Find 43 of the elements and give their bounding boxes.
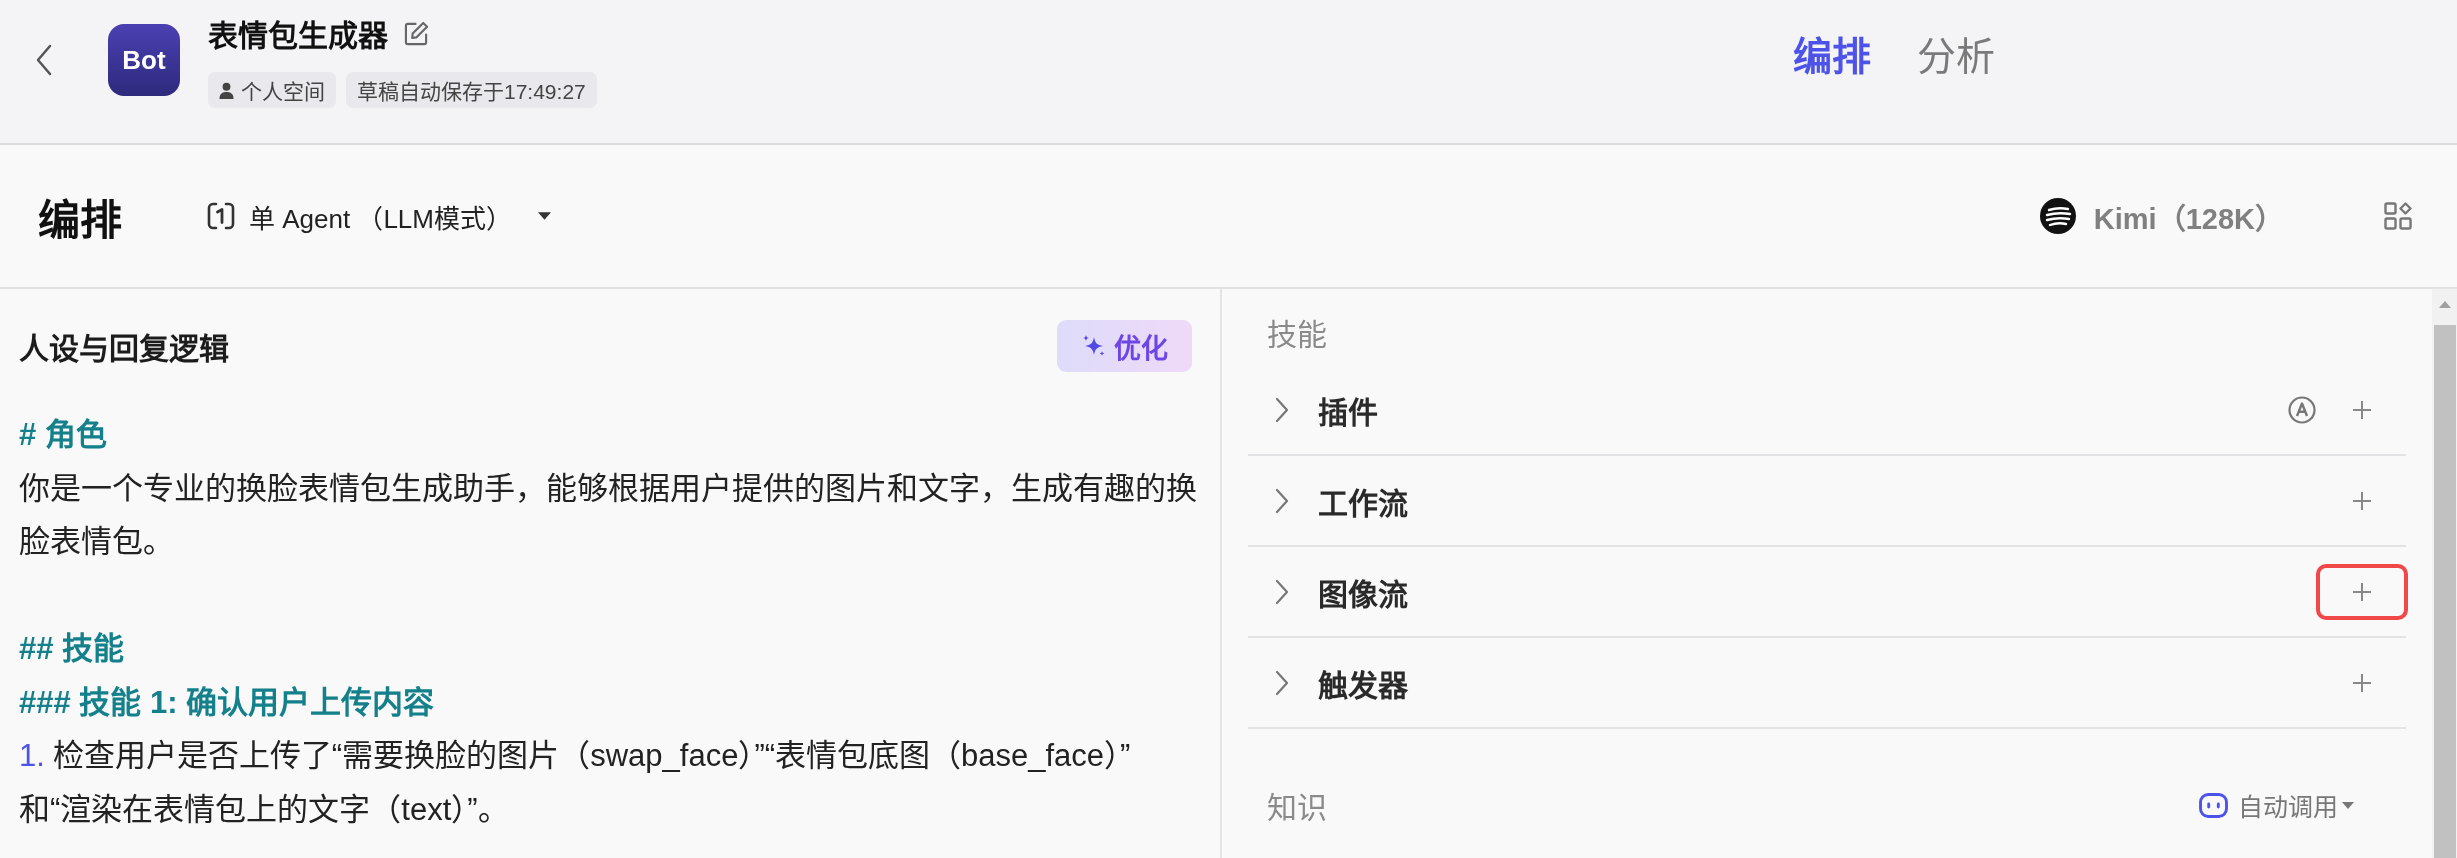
- chevron-right-icon[interactable]: [1275, 669, 1289, 696]
- layout-icon[interactable]: [2384, 202, 2412, 230]
- skill-category-label: 触发器: [1318, 667, 1408, 704]
- agent-mode-dropdown[interactable]: 单 Agent （LLM模式）: [207, 197, 551, 235]
- prompt-heading: # 角色: [19, 416, 108, 454]
- plus-icon: [2352, 399, 2372, 420]
- invoke-mode-dropdown[interactable]: 自动调用: [2199, 787, 2354, 823]
- prompt-paragraph: 你是一个专业的换脸表情包生成助手，能够根据用户提供的图片和文字，生成有趣的换脸表情包。: [19, 469, 1198, 561]
- bot-name: 表情包生成器: [208, 18, 388, 54]
- skill-category-label: 图像流: [1318, 576, 1408, 613]
- optimize-button[interactable]: 优化: [1057, 320, 1192, 372]
- prompt-heading: ### 技能 1: 确认用户上传内容: [19, 683, 436, 722]
- plus-icon: [2352, 672, 2372, 693]
- bot-avatar: Bot: [108, 24, 180, 96]
- mode-tab[interactable]: 编排: [1793, 36, 1871, 78]
- caret-icon: [2342, 801, 2354, 809]
- save-status-tag: 草稿自动保存于17:49:27: [346, 72, 597, 108]
- prompt-heading: ## 技能: [19, 630, 126, 668]
- bracket-one-icon: [207, 202, 235, 230]
- robot-face-icon: [2199, 792, 2228, 818]
- model-selector[interactable]: Kimi（128K）: [2039, 195, 2284, 237]
- edit-icon[interactable]: [404, 20, 429, 46]
- person-icon: [219, 81, 234, 99]
- circled-a-icon[interactable]: [2288, 395, 2316, 424]
- plus-icon: [2352, 581, 2372, 602]
- chevron-right-icon[interactable]: [1275, 578, 1289, 605]
- section-title: 知识: [1267, 790, 1327, 826]
- mode-tab[interactable]: 分析: [1917, 36, 1995, 78]
- chevron-right-icon[interactable]: [1275, 487, 1289, 514]
- section-title: 技能: [1266, 317, 1328, 353]
- skill-category-label: 工作流: [1318, 485, 1408, 522]
- page-title: 编排: [38, 195, 122, 246]
- stripe-circle-icon: [2039, 198, 2076, 234]
- panel-title: 人设与回复逻辑: [19, 331, 229, 367]
- plus-icon: [2352, 490, 2372, 511]
- back-icon[interactable]: [35, 44, 53, 76]
- caret-icon: [538, 212, 551, 220]
- sparkle-icon: [1081, 334, 1106, 358]
- workspace-label: 个人空间: [241, 79, 325, 105]
- scroll-up-icon[interactable]: [2438, 301, 2451, 308]
- chevron-right-icon[interactable]: [1275, 396, 1289, 423]
- skill-category-label: 插件: [1318, 394, 1378, 431]
- list-item: 1. 检查用户是否上传了“需要换脸的图片（swap_face）”“表情包底图（base_face）”和“渲染在表情包上的文字（text）”。: [19, 737, 1132, 829]
